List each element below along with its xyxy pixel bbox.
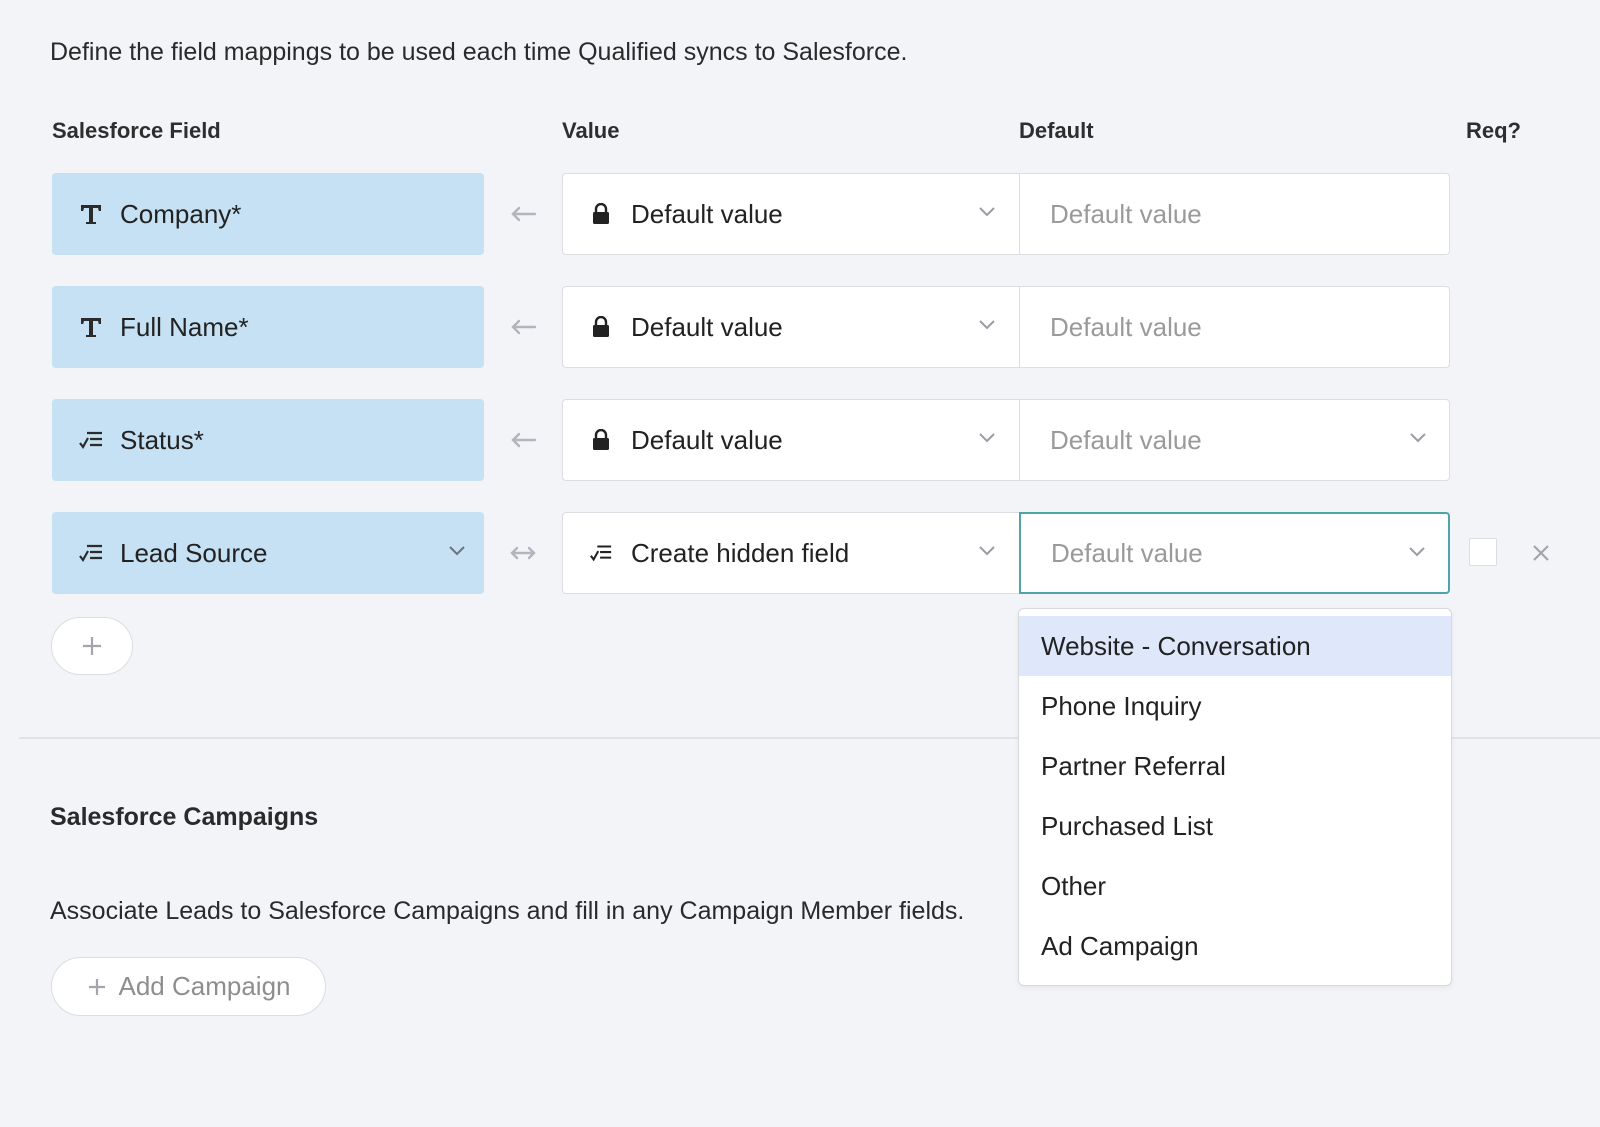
chevron-down-icon [1409, 430, 1427, 448]
chevron-down-icon [978, 204, 996, 222]
default-value-dropdown-menu: Website - Conversation Phone Inquiry Par… [1018, 608, 1452, 986]
default-placeholder: Default value [1051, 537, 1203, 568]
value-select[interactable]: Default value [562, 286, 1020, 368]
salesforce-field-status: Status* [52, 399, 484, 481]
close-icon [1533, 545, 1549, 561]
lock-icon [589, 315, 613, 339]
text-type-icon [78, 314, 104, 340]
campaigns-title: Salesforce Campaigns [50, 803, 319, 831]
value-select[interactable]: Default value [562, 173, 1020, 255]
chevron-down-icon [978, 430, 996, 448]
value-label: Default value [631, 198, 783, 229]
field-label: Lead Source [120, 537, 268, 568]
default-placeholder: Default value [1050, 424, 1202, 455]
dropdown-option[interactable]: Partner Referral [1019, 736, 1451, 796]
dropdown-option[interactable]: Purchased List [1019, 796, 1451, 856]
arrow-left-icon [508, 399, 538, 481]
campaigns-description: Associate Leads to Salesforce Campaigns … [50, 897, 965, 925]
field-label: Company* [120, 198, 242, 229]
lock-icon [589, 202, 613, 226]
chevron-down-icon [448, 540, 466, 561]
default-value-input[interactable]: Default value [1019, 286, 1450, 368]
dropdown-option[interactable]: Website - Conversation [1019, 616, 1451, 676]
chevron-down-icon [978, 543, 996, 561]
salesforce-field-company: Company* [52, 173, 484, 255]
dropdown-option[interactable]: Phone Inquiry [1019, 676, 1451, 736]
default-placeholder: Default value [1050, 311, 1202, 342]
dropdown-option[interactable]: Other [1019, 856, 1451, 916]
value-select[interactable]: Default value [562, 399, 1020, 481]
picklist-icon [78, 540, 104, 566]
remove-row-button[interactable] [1526, 538, 1556, 568]
value-label: Create hidden field [631, 537, 850, 568]
default-placeholder: Default value [1050, 198, 1202, 229]
chevron-down-icon [1408, 544, 1426, 562]
intro-text: Define the field mappings to be used eac… [50, 38, 908, 66]
plus-icon [87, 977, 107, 997]
default-value-select[interactable]: Default value [1019, 512, 1450, 594]
plus-icon [83, 637, 101, 655]
picklist-icon [78, 427, 104, 453]
field-label: Status* [120, 424, 204, 455]
arrow-both-icon[interactable] [508, 512, 538, 594]
field-label: Full Name* [120, 311, 249, 342]
column-header-default: Default [1019, 118, 1094, 143]
required-checkbox[interactable] [1469, 538, 1497, 566]
salesforce-field-full-name: Full Name* [52, 286, 484, 368]
default-value-input[interactable]: Default value [1019, 173, 1450, 255]
default-value-select[interactable]: Default value [1019, 399, 1450, 481]
column-header-required: Req? [1466, 118, 1521, 143]
chevron-down-icon [978, 317, 996, 335]
value-label: Default value [631, 424, 783, 455]
add-campaign-label: Add Campaign [118, 971, 291, 1001]
salesforce-field-lead-source-select[interactable]: Lead Source [52, 512, 484, 594]
add-campaign-button[interactable]: Add Campaign [51, 957, 326, 1016]
arrow-left-icon [508, 173, 538, 255]
column-header-value: Value [562, 118, 620, 143]
arrow-left-icon [508, 286, 538, 368]
value-select[interactable]: Create hidden field [562, 512, 1020, 594]
value-label: Default value [631, 311, 783, 342]
text-type-icon [78, 201, 104, 227]
dropdown-option[interactable]: Ad Campaign [1019, 916, 1451, 976]
add-mapping-button[interactable] [51, 617, 133, 675]
column-header-salesforce-field: Salesforce Field [52, 118, 221, 143]
lock-icon [589, 428, 613, 452]
picklist-icon [589, 541, 613, 565]
